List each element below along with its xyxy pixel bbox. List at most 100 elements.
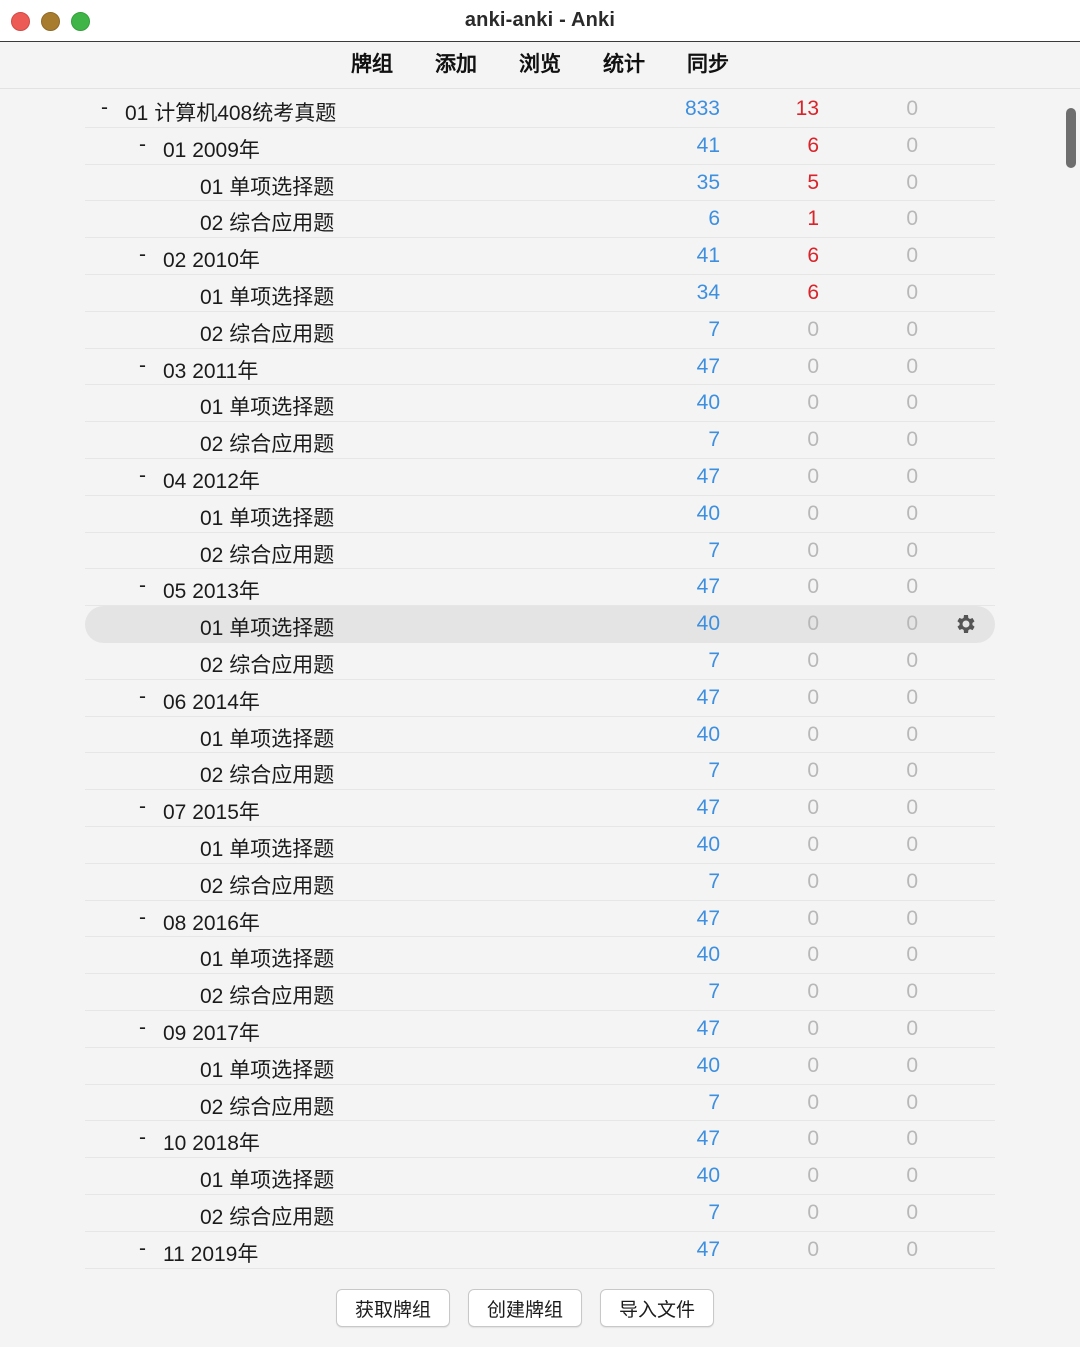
due-count: 0	[906, 832, 918, 856]
deck-name[interactable]: 01 单项选择题	[200, 171, 334, 201]
deck-name[interactable]: 01 单项选择题	[200, 943, 334, 973]
deck-row[interactable]: 02 综合应用题 7 0 0	[85, 753, 995, 791]
deck-row[interactable]: -09 2017年 47 0 0	[85, 1011, 995, 1048]
import-file-button[interactable]: 导入文件	[600, 1289, 715, 1327]
tab-stats[interactable]: 统计	[582, 43, 666, 88]
deck-row[interactable]: 02 综合应用题 7 0 0	[85, 864, 995, 901]
deck-name[interactable]: 02 2010年	[163, 244, 260, 274]
deck-name[interactable]: 02 综合应用题	[200, 759, 334, 789]
deck-row[interactable]: 01 单项选择题 35 5 0	[85, 165, 995, 202]
deck-name[interactable]: 05 2013年	[163, 575, 260, 605]
deck-row[interactable]: 02 综合应用题 7 0 0	[85, 1085, 995, 1122]
deck-name[interactable]: 02 综合应用题	[200, 207, 334, 237]
deck-row[interactable]: 01 单项选择题 40 0 0	[85, 827, 995, 864]
deck-name[interactable]: 11 2019年	[163, 1238, 258, 1268]
deck-row[interactable]: 02 综合应用题 7 0 0	[85, 533, 995, 570]
collapse-toggle[interactable]: -	[139, 795, 146, 819]
deck-row[interactable]: 01 单项选择题 40 0 0	[85, 937, 995, 975]
learn-count: 0	[807, 685, 819, 709]
collapse-toggle[interactable]: -	[139, 133, 146, 157]
deck-row[interactable]: -01 2009年 41 6 0	[85, 128, 995, 165]
deck-name[interactable]: 01 单项选择题	[200, 833, 334, 863]
deck-row[interactable]: 01 单项选择题 40 0 0	[85, 717, 995, 754]
collapse-toggle[interactable]: -	[139, 243, 146, 267]
scrollbar-thumb[interactable]	[1066, 108, 1076, 168]
due-count: 0	[906, 869, 918, 893]
collapse-toggle[interactable]: -	[139, 464, 146, 488]
deck-row[interactable]: -06 2014年 47 0 0	[85, 680, 995, 717]
deck-row[interactable]: 02 综合应用题 7 0 0	[85, 312, 995, 349]
deck-name[interactable]: 03 2011年	[163, 355, 258, 385]
deck-name[interactable]: 01 单项选择题	[200, 281, 334, 311]
deck-row[interactable]: 01 单项选择题 40 0 0	[85, 385, 995, 423]
tab-decks[interactable]: 牌组	[330, 43, 414, 88]
new-count: 47	[696, 1127, 720, 1151]
deck-name[interactable]: 01 计算机408统考真题	[125, 97, 336, 127]
due-count: 0	[906, 317, 918, 341]
learn-count: 0	[807, 391, 819, 415]
new-count: 6	[708, 207, 720, 231]
deck-name[interactable]: 02 综合应用题	[200, 649, 334, 679]
deck-row[interactable]: 02 综合应用题 7 0 0	[85, 1195, 995, 1232]
create-deck-button[interactable]: 创建牌组	[467, 1289, 582, 1327]
deck-row[interactable]: -01 计算机408统考真题 833 13 0	[85, 91, 995, 128]
collapse-toggle[interactable]: -	[139, 1126, 146, 1150]
deck-name[interactable]: 01 单项选择题	[200, 1164, 334, 1194]
deck-row[interactable]: -02 2010年 41 6 0	[85, 238, 995, 275]
deck-row[interactable]: 01 单项选择题 34 6 0	[85, 275, 995, 312]
collapse-toggle[interactable]: -	[139, 1016, 146, 1040]
get-shared-button[interactable]: 获取牌组	[335, 1289, 450, 1327]
new-count: 47	[696, 685, 720, 709]
deck-row[interactable]: 01 单项选择题 40 0 0	[85, 496, 995, 533]
new-count: 47	[696, 906, 720, 930]
deck-name[interactable]: 02 综合应用题	[200, 539, 334, 569]
deck-row[interactable]: -03 2011年 47 0 0	[85, 349, 995, 386]
new-count: 7	[708, 1090, 720, 1114]
deck-name[interactable]: 08 2016年	[163, 907, 260, 937]
deck-row[interactable]: -05 2013年 47 0 0	[85, 569, 995, 607]
learn-count: 0	[807, 317, 819, 341]
deck-row[interactable]: -11 2019年 47 0 0	[85, 1232, 995, 1269]
deck-name[interactable]: 01 单项选择题	[200, 723, 334, 753]
deck-name[interactable]: 02 综合应用题	[200, 980, 334, 1010]
deck-row[interactable]: -07 2015年 47 0 0	[85, 790, 995, 827]
gear-icon[interactable]	[953, 612, 977, 636]
deck-name[interactable]: 02 综合应用题	[200, 1091, 334, 1121]
deck-name[interactable]: 09 2017年	[163, 1017, 260, 1047]
deck-row[interactable]: 01 单项选择题 40 0 0	[85, 1048, 995, 1085]
collapse-toggle[interactable]: -	[139, 354, 146, 378]
collapse-toggle[interactable]: -	[139, 906, 146, 930]
deck-name[interactable]: 02 综合应用题	[200, 318, 334, 348]
deck-row[interactable]: 01 单项选择题 40 0 0	[85, 1158, 995, 1195]
due-count: 0	[906, 1090, 918, 1114]
deck-name[interactable]: 02 综合应用题	[200, 870, 334, 900]
deck-row[interactable]: 01 单项选择题 40 0 0	[85, 606, 995, 643]
deck-name[interactable]: 10 2018年	[163, 1127, 260, 1157]
collapse-toggle[interactable]: -	[139, 574, 146, 598]
deck-row[interactable]: 02 综合应用题 7 0 0	[85, 974, 995, 1011]
deck-name[interactable]: 04 2012年	[163, 465, 260, 495]
tab-sync[interactable]: 同步	[666, 43, 750, 88]
deck-name[interactable]: 01 单项选择题	[200, 1054, 334, 1084]
tab-browse[interactable]: 浏览	[498, 43, 582, 88]
deck-name[interactable]: 06 2014年	[163, 686, 260, 716]
new-count: 40	[696, 1164, 720, 1188]
collapse-toggle[interactable]: -	[101, 96, 108, 120]
deck-row[interactable]: -08 2016年 47 0 0	[85, 901, 995, 938]
deck-name[interactable]: 02 综合应用题	[200, 1201, 334, 1231]
tab-add[interactable]: 添加	[414, 43, 498, 88]
deck-name[interactable]: 01 单项选择题	[200, 612, 334, 642]
deck-name[interactable]: 01 单项选择题	[200, 502, 334, 532]
deck-row[interactable]: -04 2012年 47 0 0	[85, 459, 995, 496]
deck-name[interactable]: 01 单项选择题	[200, 391, 334, 421]
deck-name[interactable]: 02 综合应用题	[200, 428, 334, 458]
deck-name[interactable]: 07 2015年	[163, 796, 260, 826]
collapse-toggle[interactable]: -	[139, 1237, 146, 1261]
collapse-toggle[interactable]: -	[139, 685, 146, 709]
deck-row[interactable]: 02 综合应用题 7 0 0	[85, 422, 995, 459]
new-count: 47	[696, 575, 720, 599]
deck-name[interactable]: 01 2009年	[163, 134, 260, 164]
deck-row[interactable]: 02 综合应用题 7 0 0	[85, 643, 995, 680]
deck-row[interactable]: -10 2018年 47 0 0	[85, 1121, 995, 1159]
deck-row[interactable]: 02 综合应用题 6 1 0	[85, 201, 995, 239]
